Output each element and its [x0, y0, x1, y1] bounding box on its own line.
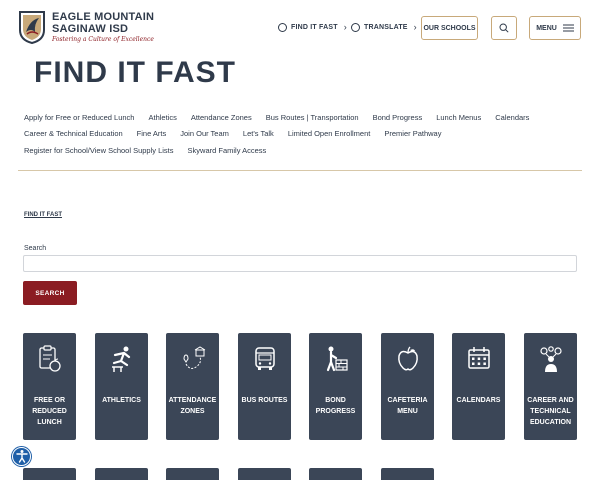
breadcrumb[interactable]: FIND IT FAST — [24, 212, 62, 218]
calendar-icon — [467, 347, 490, 369]
quick-link-premier-pathway[interactable]: Premier Pathway — [384, 129, 441, 138]
search-button[interactable]: SEARCH — [23, 281, 77, 305]
quick-link-bus-routes[interactable]: Bus Routes | Transportation — [266, 113, 359, 122]
tile-next-row[interactable] — [381, 468, 434, 480]
builder-bricks-icon — [326, 346, 348, 372]
tile-calendars[interactable]: CALENDARS — [452, 333, 505, 440]
tile-label: CAFETERIA MENU — [387, 397, 428, 415]
our-schools-label: OUR SCHOOLS — [423, 24, 476, 32]
globe-icon — [351, 22, 360, 32]
bus-icon — [254, 347, 275, 370]
tile-athletics[interactable]: ATHLETICS — [95, 333, 148, 440]
brand-line-1: EAGLE MOUNTAIN — [52, 10, 155, 23]
search-input[interactable] — [23, 255, 577, 272]
translate-link[interactable]: TRANSLATE › — [351, 22, 417, 32]
find-it-fast-label: FIND IT FAST — [291, 23, 338, 31]
quick-link-limited-open-enrollment[interactable]: Limited Open Enrollment — [288, 129, 371, 138]
tile-free-reduced-lunch[interactable]: FREE OR REDUCED LUNCH — [23, 333, 76, 440]
tile-label: BOND PROGRESS — [315, 397, 356, 415]
tile-cafeteria-menu[interactable]: CAFETERIA MENU — [381, 333, 434, 440]
section-divider — [18, 170, 582, 171]
page-title: FIND IT FAST — [34, 56, 236, 89]
hamburger-icon — [562, 24, 574, 32]
our-schools-button[interactable]: OUR SCHOOLS — [421, 16, 478, 40]
quick-link-skyward[interactable]: Skyward Family Access — [188, 146, 267, 155]
tile-career-technical-education[interactable]: CAREER AND TECHNICAL EDUCATION — [524, 333, 577, 440]
quick-link-join-our-team[interactable]: Join Our Team — [180, 129, 229, 138]
map-route-icon — [182, 346, 205, 369]
quick-link-bond-progress[interactable]: Bond Progress — [373, 113, 423, 122]
tile-next-row[interactable] — [238, 468, 291, 480]
hurdler-icon — [111, 346, 130, 372]
tile-bus-routes[interactable]: BUS ROUTES — [238, 333, 291, 440]
tile-next-row[interactable] — [166, 468, 219, 480]
eagle-shield-icon — [19, 11, 45, 44]
find-it-fast-link[interactable]: FIND IT FAST › — [278, 22, 347, 32]
tile-label: CAREER AND TECHNICAL EDUCATION — [527, 397, 574, 426]
tile-label: ATTENDANCE ZONES — [168, 397, 217, 415]
apple-icon — [397, 346, 418, 371]
tile-label: ATHLETICS — [102, 397, 141, 404]
quick-link-cte[interactable]: Career & Technical Education — [24, 129, 123, 138]
tile-next-row[interactable] — [309, 468, 362, 480]
brand-line-2: SAGINAW ISD — [52, 22, 129, 35]
search-label: Search — [24, 245, 47, 252]
quick-links: Apply for Free or Reduced Lunch Athletic… — [24, 109, 584, 159]
tile-bond-progress[interactable]: BOND PROGRESS — [309, 333, 362, 440]
site-header: EAGLE MOUNTAIN SAGINAW ISD Fostering a C… — [0, 0, 600, 58]
clipboard-apple-icon — [38, 345, 61, 372]
quick-link-lets-talk[interactable]: Let's Talk — [243, 129, 274, 138]
tile-label: BUS ROUTES — [241, 397, 288, 404]
search-toggle-button[interactable] — [491, 16, 517, 40]
brand-tagline: Fostering a Culture of Excellence — [52, 35, 154, 43]
quick-link-attendance-zones[interactable]: Attendance Zones — [191, 113, 252, 122]
quick-link-register-supply-lists[interactable]: Register for School/View School Supply L… — [24, 146, 174, 155]
person-gears-icon — [539, 346, 562, 372]
quick-link-fine-arts[interactable]: Fine Arts — [137, 129, 167, 138]
quick-link-athletics[interactable]: Athletics — [148, 113, 176, 122]
tile-next-row[interactable] — [23, 468, 76, 480]
quick-links-row: Apply for Free or Reduced Lunch Athletic… — [24, 109, 584, 126]
chevron-right-icon: › — [413, 22, 417, 32]
accessibility-button[interactable] — [12, 447, 31, 466]
district-logo[interactable]: EAGLE MOUNTAIN SAGINAW ISD Fostering a C… — [18, 10, 154, 44]
quick-link-calendars[interactable]: Calendars — [495, 113, 529, 122]
quick-link-free-reduced-lunch[interactable]: Apply for Free or Reduced Lunch — [24, 113, 134, 122]
translate-label: TRANSLATE — [364, 23, 408, 31]
quick-link-lunch-menus[interactable]: Lunch Menus — [436, 113, 481, 122]
question-circle-icon — [278, 22, 287, 32]
tile-label: CALENDARS — [456, 397, 501, 404]
accessibility-icon — [15, 450, 28, 463]
menu-label: MENU — [536, 24, 557, 32]
tile-attendance-zones[interactable]: ATTENDANCE ZONES — [166, 333, 219, 440]
chevron-right-icon: › — [343, 22, 347, 32]
menu-button[interactable]: MENU — [529, 16, 581, 40]
quick-links-row: Career & Technical Education Fine Arts J… — [24, 126, 584, 143]
tile-label: FREE OR REDUCED LUNCH — [32, 397, 67, 426]
tile-next-row[interactable] — [95, 468, 148, 480]
quick-links-row: Register for School/View School Supply L… — [24, 142, 584, 159]
search-icon — [499, 23, 509, 33]
